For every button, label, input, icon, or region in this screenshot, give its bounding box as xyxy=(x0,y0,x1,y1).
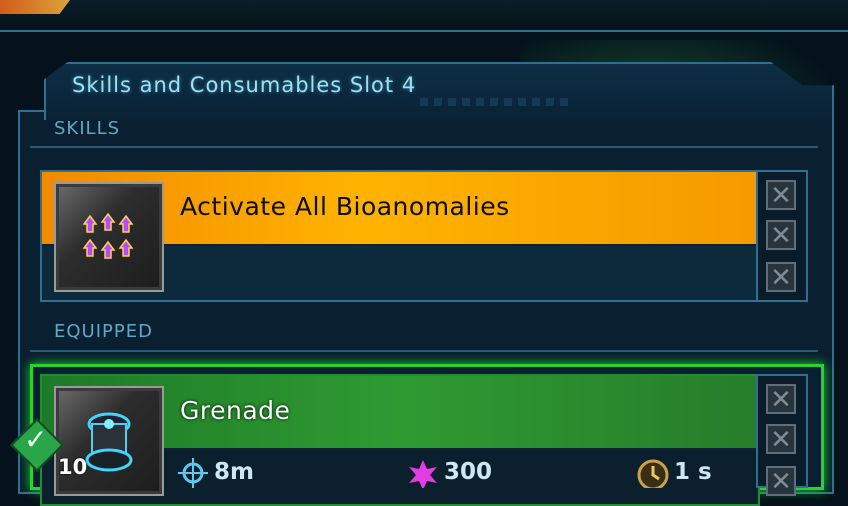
close-icon[interactable]: ✕ xyxy=(766,384,796,414)
flame-decoration xyxy=(0,0,70,14)
check-icon: ✓ xyxy=(24,423,48,456)
skills-section-label: SKILLS xyxy=(54,118,121,139)
skill-card[interactable]: Activate All Bioanomalies xyxy=(40,170,760,302)
cooldown-icon xyxy=(637,459,669,488)
bioanomaly-icon xyxy=(82,212,134,259)
skill-name: Activate All Bioanomalies xyxy=(180,192,510,221)
damage-icon xyxy=(409,460,437,488)
close-icon[interactable]: ✕ xyxy=(766,262,796,292)
top-bar xyxy=(0,0,848,32)
equipped-item-name: Grenade xyxy=(180,396,291,425)
close-icon[interactable]: ✕ xyxy=(766,466,796,496)
close-icon[interactable]: ✕ xyxy=(766,180,796,210)
panel-title: Skills and Consumables Slot 4 xyxy=(72,73,417,97)
skills-divider xyxy=(30,146,818,148)
damage-value: 300 xyxy=(444,459,493,485)
range-icon xyxy=(178,458,208,488)
skill-slot-column: ✕ ✕ ✕ xyxy=(756,170,808,302)
close-icon[interactable]: ✕ xyxy=(766,220,796,250)
range-value: 8m xyxy=(214,459,254,485)
equipped-divider xyxy=(30,350,818,352)
header-decoration xyxy=(420,98,570,106)
equipped-slot-column: ✕ ✕ ✕ xyxy=(756,374,808,496)
item-quantity: 10 xyxy=(58,455,88,479)
skill-icon-frame xyxy=(54,182,164,292)
close-icon[interactable]: ✕ xyxy=(766,424,796,454)
equipped-section-label: EQUIPPED xyxy=(54,321,153,342)
cooldown-value: 1 s xyxy=(674,459,712,485)
equipped-icon-frame xyxy=(54,386,164,496)
